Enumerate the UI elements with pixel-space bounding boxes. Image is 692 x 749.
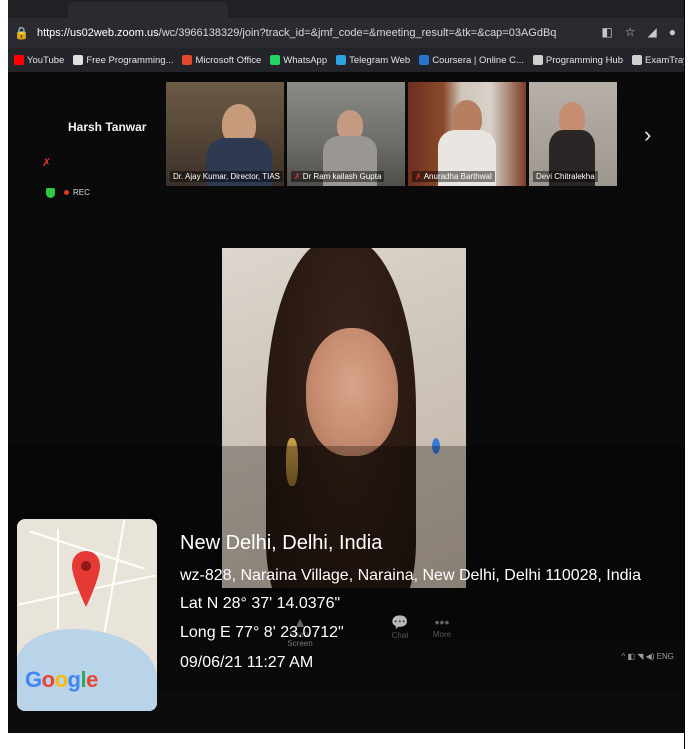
bookmark-item[interactable]: Coursera | Online C... xyxy=(419,55,524,66)
bookmark-icon xyxy=(336,55,347,65)
address-bar[interactable]: 🔒 https://us02web.zoom.us/wc/3966138329/… xyxy=(8,18,684,48)
bookmark-item[interactable]: Free Programming... xyxy=(73,55,173,66)
bookmark-icon xyxy=(14,55,24,65)
geotag-longitude: Long E 77° 8' 23.0712" xyxy=(180,624,344,641)
google-logo: Google xyxy=(25,667,98,692)
participant-tile[interactable]: ✗ Dr Ram kailash Gupta xyxy=(287,82,405,186)
mic-muted-icon: ✗ xyxy=(415,172,422,181)
bookmark-icon xyxy=(270,55,281,65)
record-dot-icon xyxy=(64,190,69,195)
geotag-datetime: 09/06/21 11:27 AM xyxy=(180,654,314,671)
bookmark-label: Free Programming... xyxy=(86,54,174,66)
bookmark-label: ExamTray xyxy=(645,54,684,66)
bookmark-item[interactable]: Telegram Web xyxy=(336,55,410,66)
url-host: https://us02web.zoom.us xyxy=(36,27,159,39)
map-pin-icon xyxy=(72,551,100,607)
bookmark-label: Programming Hub xyxy=(545,54,623,66)
geotag-city: New Delhi, Delhi, India xyxy=(180,532,383,554)
bookmark-label: WhatsApp xyxy=(283,54,328,66)
profile-icon[interactable]: ● xyxy=(669,25,676,39)
bookmark-item[interactable]: Programming Hub xyxy=(532,54,623,66)
participant-tile[interactable]: ✗ Anuradha Barthwal xyxy=(408,82,526,186)
star-icon[interactable]: ☆ xyxy=(625,25,636,39)
participant-name: ✗ Anuradha Barthwal xyxy=(412,171,495,182)
mic-muted-icon: ✗ xyxy=(294,172,301,181)
bookmark-item[interactable]: WhatsApp xyxy=(270,55,327,66)
bookmark-item[interactable]: Microsoft Office xyxy=(182,55,261,66)
map-road xyxy=(57,529,59,629)
browser-tab[interactable] xyxy=(68,2,228,18)
speaker-face xyxy=(306,328,398,456)
browser-toolbar: ◧ ☆ ◢ ● xyxy=(601,25,676,39)
bookmark-label: YouTube xyxy=(27,54,65,66)
bookmarks-bar: YouTube Free Programming... Microsoft Offi… xyxy=(8,48,684,72)
url-path: /wc/3966138329/join?track_id=&jmf_code=&… xyxy=(158,27,557,39)
lock-icon: 🔒 xyxy=(14,26,29,40)
browser-tab-strip xyxy=(8,0,684,18)
self-name-label: Harsh Tanwar xyxy=(68,120,147,134)
corner-tick xyxy=(684,733,685,749)
participant-name: Dr. Ajay Kumar, Director, TIAS xyxy=(170,171,283,182)
bookmark-label: Coursera | Online C... xyxy=(432,54,524,66)
bookmark-item[interactable]: YouTube xyxy=(14,55,64,66)
chevron-right-icon[interactable]: › xyxy=(644,122,651,148)
bookmark-label: Microsoft Office xyxy=(195,54,262,66)
geotag-latitude: Lat N 28° 37' 14.0376" xyxy=(180,595,341,612)
bookmark-icon xyxy=(182,55,193,65)
participant-tile[interactable]: Devi Chitralekha xyxy=(529,82,617,186)
extension-icon-2[interactable]: ◢ xyxy=(648,25,657,39)
extension-icon[interactable]: ◧ xyxy=(601,25,612,39)
bookmark-label: Telegram Web xyxy=(349,54,411,66)
bookmark-item[interactable]: ExamTray xyxy=(632,55,684,66)
map-thumbnail[interactable]: Google xyxy=(17,519,157,711)
mic-muted-icon[interactable]: ✗ xyxy=(42,156,51,169)
geotag-text: New Delhi, Delhi, India wz-828, Naraina … xyxy=(180,532,641,672)
rec-badge: REC xyxy=(64,188,90,197)
shield-icon[interactable] xyxy=(46,188,55,198)
bookmark-icon xyxy=(419,55,430,65)
rec-label: REC xyxy=(73,188,90,197)
participant-tile[interactable]: Dr. Ajay Kumar, Director, TIAS xyxy=(166,82,284,186)
bookmark-icon xyxy=(532,55,543,65)
url-text[interactable]: https://us02web.zoom.us/wc/3966138329/jo… xyxy=(37,27,557,39)
bookmark-icon xyxy=(73,55,84,65)
map-road xyxy=(102,519,126,639)
participant-name: Devi Chitralekha xyxy=(533,171,598,182)
bookmark-icon xyxy=(632,55,642,65)
participant-name: ✗ Dr Ram kailash Gupta xyxy=(291,171,385,182)
geotag-address: wz-828, Naraina Village, Naraina, New De… xyxy=(180,567,641,584)
